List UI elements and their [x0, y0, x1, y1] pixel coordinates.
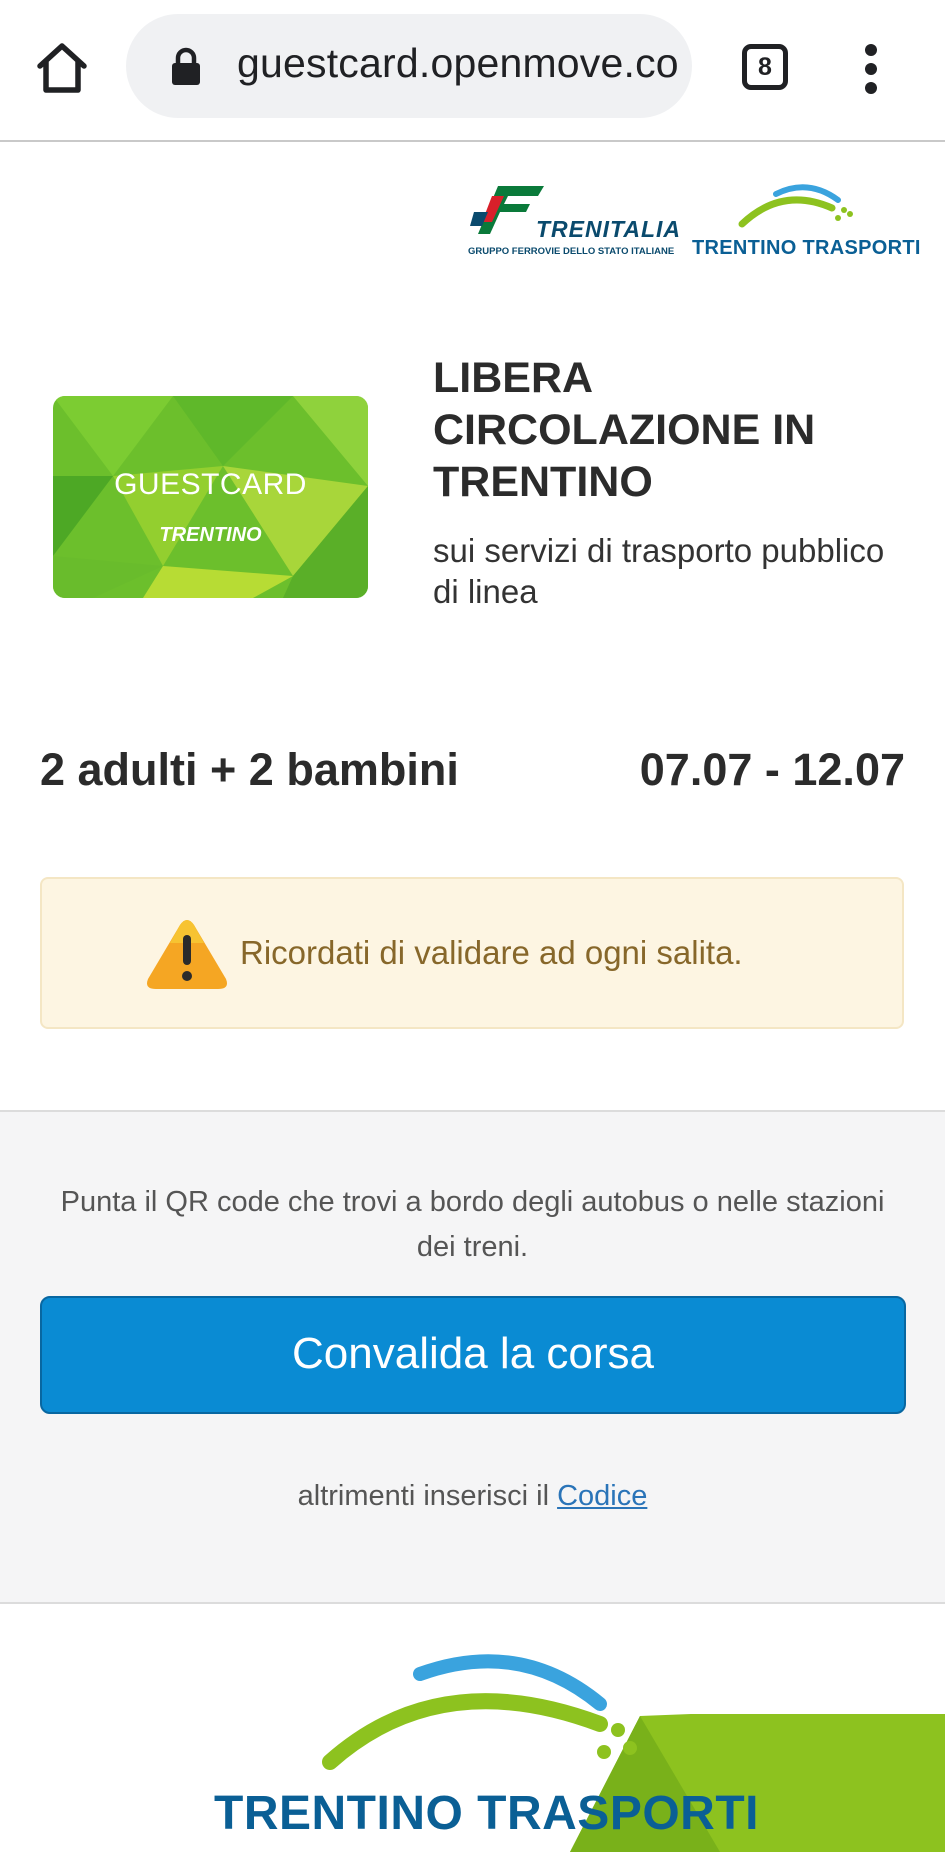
url-text[interactable]: guestcard.openmove.co	[237, 40, 679, 87]
pass-subtitle: sui servizi di trasporto pubblico di lin…	[433, 532, 885, 610]
overflow-menu-icon[interactable]	[856, 44, 886, 94]
alert-message: Ricordati di validare ad ogni salita.	[240, 934, 743, 971]
browser-toolbar: guestcard.openmove.co 8	[0, 0, 945, 142]
code-alternative-text: altrimenti inserisci il	[297, 1480, 550, 1512]
code-alternative: altrimenti inserisci il Codice	[0, 1480, 945, 1513]
validate-ride-button[interactable]: Convalida la corsa	[40, 1296, 906, 1414]
trentino-trasporti-logo: TRENTINO TRASPORTI	[688, 180, 920, 260]
footer-trentino-trasporti-logo: TRENTINO TRASPORTI	[200, 1644, 759, 1852]
trenitalia-tagline: GRUPPO FERROVIE DELLO STATO ITALIANE	[468, 246, 675, 257]
trentino-trasporti-name: TRENTINO TRASPORTI	[692, 237, 921, 259]
guestcard-brand: TRENTINO	[159, 524, 262, 546]
home-icon[interactable]	[32, 38, 92, 98]
trenitalia-logo: TRENITALIA GRUPPO FERROVIE DELLO STATO I…	[468, 180, 683, 260]
passenger-count: 2 adulti + 2 bambini	[40, 744, 459, 795]
footer-logo-text: TRENTINO TRASPORTI	[214, 1787, 759, 1840]
warning-icon	[146, 917, 228, 991]
address-bar[interactable]: guestcard.openmove.co	[126, 14, 692, 118]
guestcard-title: GUESTCARD	[114, 468, 307, 501]
pass-title: LIBERA CIRCOLAZIONE IN TRENTINO	[433, 354, 816, 506]
enter-code-link[interactable]: Codice	[557, 1480, 647, 1512]
validity-dates: 07.07 - 12.07	[639, 744, 905, 795]
tab-switcher-button[interactable]: 8	[742, 44, 788, 90]
lock-icon	[170, 47, 202, 87]
validation-section: Punta il QR code che trovi a bordo degli…	[0, 1110, 945, 1604]
qr-instruction: Punta il QR code che trovi a bordo degli…	[60, 1186, 885, 1263]
trenitalia-name: TRENITALIA	[536, 216, 682, 242]
guestcard-image: GUESTCARD TRENTINO	[53, 396, 368, 598]
validation-reminder: Ricordati di validare ad ogni salita.	[40, 877, 904, 1029]
